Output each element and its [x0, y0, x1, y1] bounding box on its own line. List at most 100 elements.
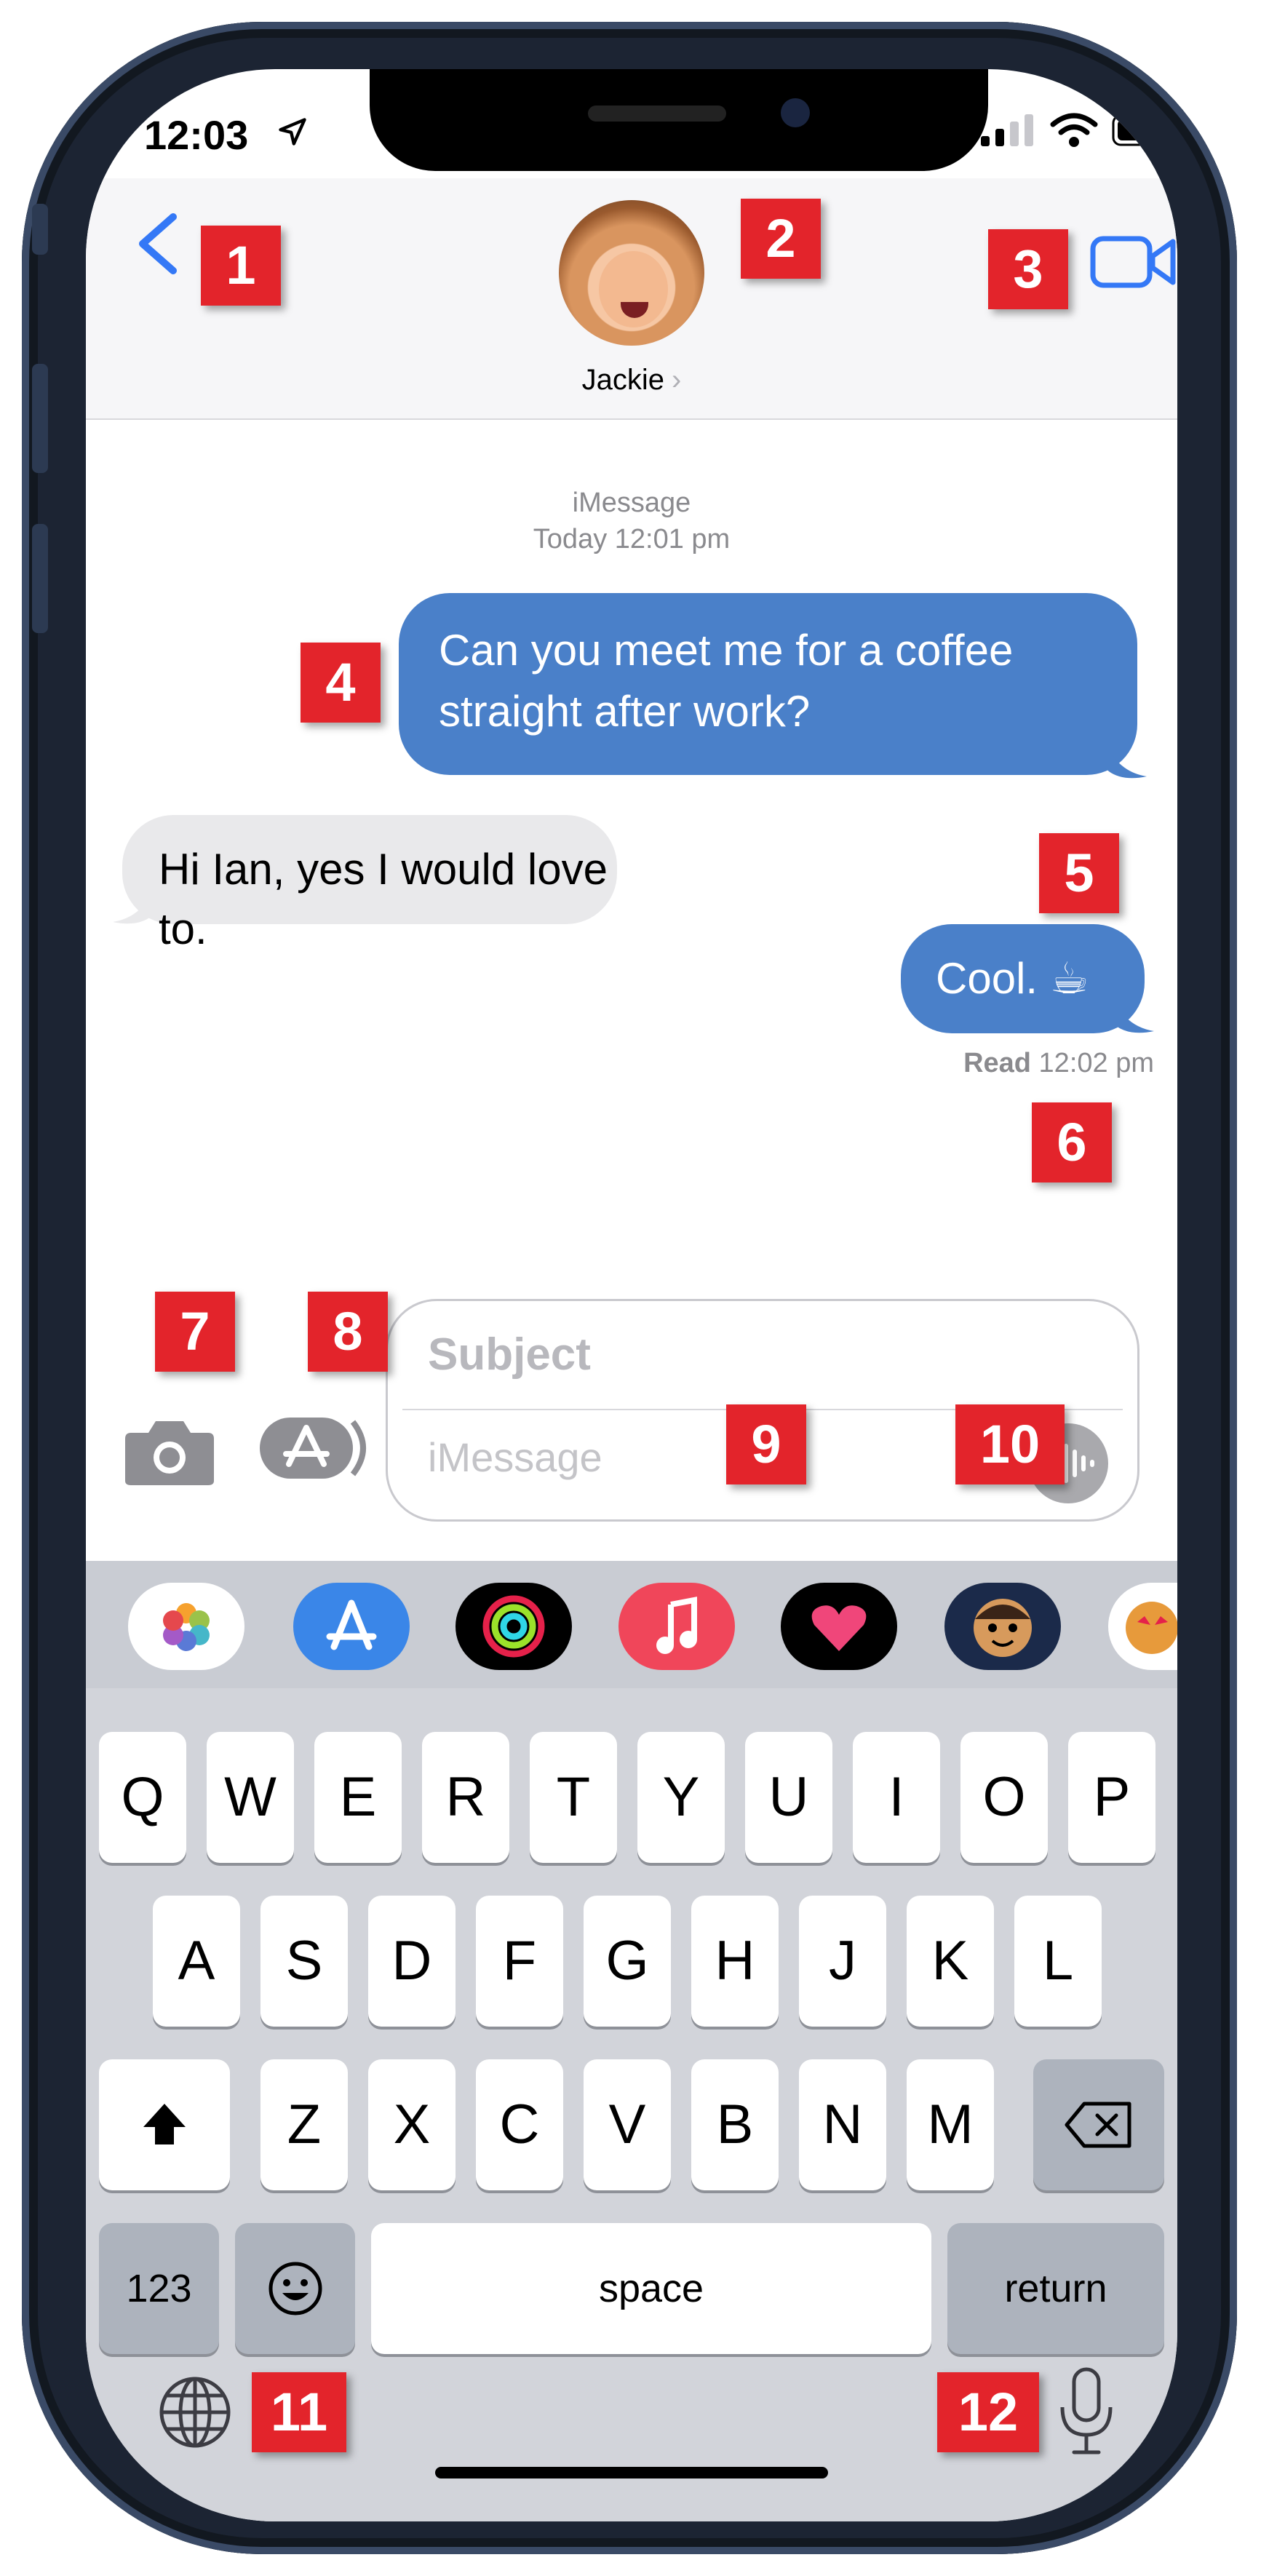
key-g[interactable]: G	[584, 1896, 671, 2027]
key-n[interactable]: N	[799, 2059, 886, 2190]
key-v[interactable]: V	[584, 2059, 671, 2190]
message-text-line-2: straight after work?	[439, 687, 811, 736]
app-store-glyph	[326, 1599, 377, 1650]
callout-badge: 11	[252, 2372, 346, 2452]
read-time: 12:02 pm	[1038, 1048, 1154, 1078]
conversation-timestamp: Today 12:01 pm	[533, 524, 731, 554]
message-text: Hi Ian, yes I would love to.	[159, 845, 608, 953]
key-u[interactable]: U	[745, 1732, 832, 1863]
back-chevron-icon[interactable]	[130, 211, 188, 277]
notch	[370, 69, 988, 171]
key-p[interactable]: P	[1068, 1732, 1155, 1863]
emoji-key[interactable]	[235, 2223, 355, 2354]
backspace-icon	[1065, 2102, 1131, 2148]
key-c[interactable]: C	[476, 2059, 563, 2190]
numbers-key[interactable]: 123	[99, 2223, 219, 2354]
subject-input[interactable]: Subject	[428, 1329, 591, 1380]
read-label: Read	[963, 1048, 1031, 1078]
digital-touch-app-icon[interactable]	[781, 1583, 897, 1670]
service-label: iMessage	[572, 488, 691, 518]
music-app-icon[interactable]	[618, 1583, 735, 1670]
key-x[interactable]: X	[368, 2059, 456, 2190]
app-store-app-icon[interactable]	[293, 1583, 410, 1670]
heart-glyph	[811, 1605, 867, 1651]
callout-badge: 3	[988, 229, 1068, 309]
imessage-app-drawer	[86, 1561, 1177, 1688]
callout-badge: 1	[201, 226, 281, 306]
key-i[interactable]: I	[853, 1732, 940, 1863]
battery-icon	[1112, 114, 1175, 146]
message-input[interactable]: iMessage	[428, 1434, 602, 1481]
incoming-message-bubble[interactable]: Hi Ian, yes I would love to.	[122, 815, 617, 953]
key-z[interactable]: Z	[260, 2059, 348, 2190]
callout-badge: 7	[155, 1292, 235, 1372]
key-j[interactable]: J	[799, 1896, 886, 2027]
wifi-icon	[1050, 113, 1098, 147]
bubble-tail	[113, 884, 155, 924]
volume-up-button	[32, 364, 48, 473]
key-s[interactable]: S	[260, 1896, 348, 2027]
shift-icon	[143, 2104, 186, 2144]
animoji-face	[1126, 1602, 1177, 1654]
key-q[interactable]: Q	[99, 1732, 186, 1863]
key-f[interactable]: F	[476, 1896, 563, 2027]
outgoing-message-bubble[interactable]: Cool. ☕	[901, 924, 1145, 1033]
callout-badge: 8	[308, 1292, 388, 1372]
mute-switch	[32, 204, 48, 255]
signal-icon	[981, 114, 1033, 146]
location-arrow-icon	[279, 118, 306, 146]
video-camera-icon[interactable]	[1090, 233, 1177, 291]
callout-badge: 6	[1032, 1102, 1112, 1182]
contact-name: Jackie	[581, 364, 665, 396]
photos-petals	[163, 1603, 210, 1651]
key-t[interactable]: T	[530, 1732, 617, 1863]
memoji-face	[974, 1599, 1032, 1657]
callout-badge: 12	[937, 2372, 1039, 2452]
microphone-icon[interactable]	[1054, 2365, 1119, 2460]
read-receipt: Read 12:02 pm	[86, 1048, 1154, 1079]
contact-name-row[interactable]: Jackie ›	[86, 364, 1177, 397]
key-k[interactable]: K	[907, 1896, 994, 2027]
key-e[interactable]: E	[314, 1732, 402, 1863]
key-o[interactable]: O	[960, 1732, 1048, 1863]
phone-screen: 12:03 Jackie › iMessage Today 12:01 pm Ca…	[86, 69, 1177, 2521]
callout-badge: 10	[955, 1404, 1065, 1484]
key-b[interactable]: B	[691, 2059, 779, 2190]
bubble-tail	[1112, 993, 1154, 1033]
key-a[interactable]: A	[153, 1896, 240, 2027]
message-text-line-1: Can you meet me for a coffee	[439, 626, 1014, 675]
status-time: 12:03	[144, 112, 249, 158]
key-d[interactable]: D	[368, 1896, 456, 2027]
photos-app-icon[interactable]	[128, 1583, 244, 1670]
music-note	[656, 1597, 697, 1654]
activity-rings	[482, 1595, 545, 1658]
contact-avatar[interactable]	[559, 200, 704, 346]
camera-icon[interactable]	[122, 1415, 217, 1488]
callout-badge: 4	[301, 643, 381, 723]
delete-key[interactable]	[1033, 2059, 1164, 2190]
callout-badge: 5	[1039, 833, 1119, 913]
key-l[interactable]: L	[1014, 1896, 1102, 2027]
speaker-grille	[588, 106, 726, 122]
outgoing-message-bubble[interactable]: Can you meet me for a coffee straight af…	[399, 593, 1137, 775]
return-key[interactable]: return	[947, 2223, 1164, 2354]
bubble-tail	[1105, 739, 1147, 779]
app-store-icon[interactable]	[257, 1412, 373, 1484]
volume-down-button	[32, 524, 48, 633]
activity-app-icon[interactable]	[456, 1583, 572, 1670]
front-camera	[781, 98, 810, 127]
callout-badge: 9	[726, 1404, 806, 1484]
globe-icon[interactable]	[155, 2372, 235, 2452]
memoji-app-icon[interactable]	[944, 1583, 1061, 1670]
callout-badge: 2	[741, 199, 821, 279]
animoji-app-icon[interactable]	[1108, 1583, 1177, 1670]
contact-chevron-icon: ›	[672, 364, 682, 396]
key-w[interactable]: W	[207, 1732, 294, 1863]
key-h[interactable]: H	[691, 1896, 779, 2027]
key-y[interactable]: Y	[637, 1732, 725, 1863]
key-m[interactable]: M	[907, 2059, 994, 2190]
key-r[interactable]: R	[422, 1732, 509, 1863]
space-key[interactable]: space	[371, 2223, 931, 2354]
home-indicator[interactable]	[435, 2467, 828, 2478]
shift-key[interactable]	[99, 2059, 230, 2190]
